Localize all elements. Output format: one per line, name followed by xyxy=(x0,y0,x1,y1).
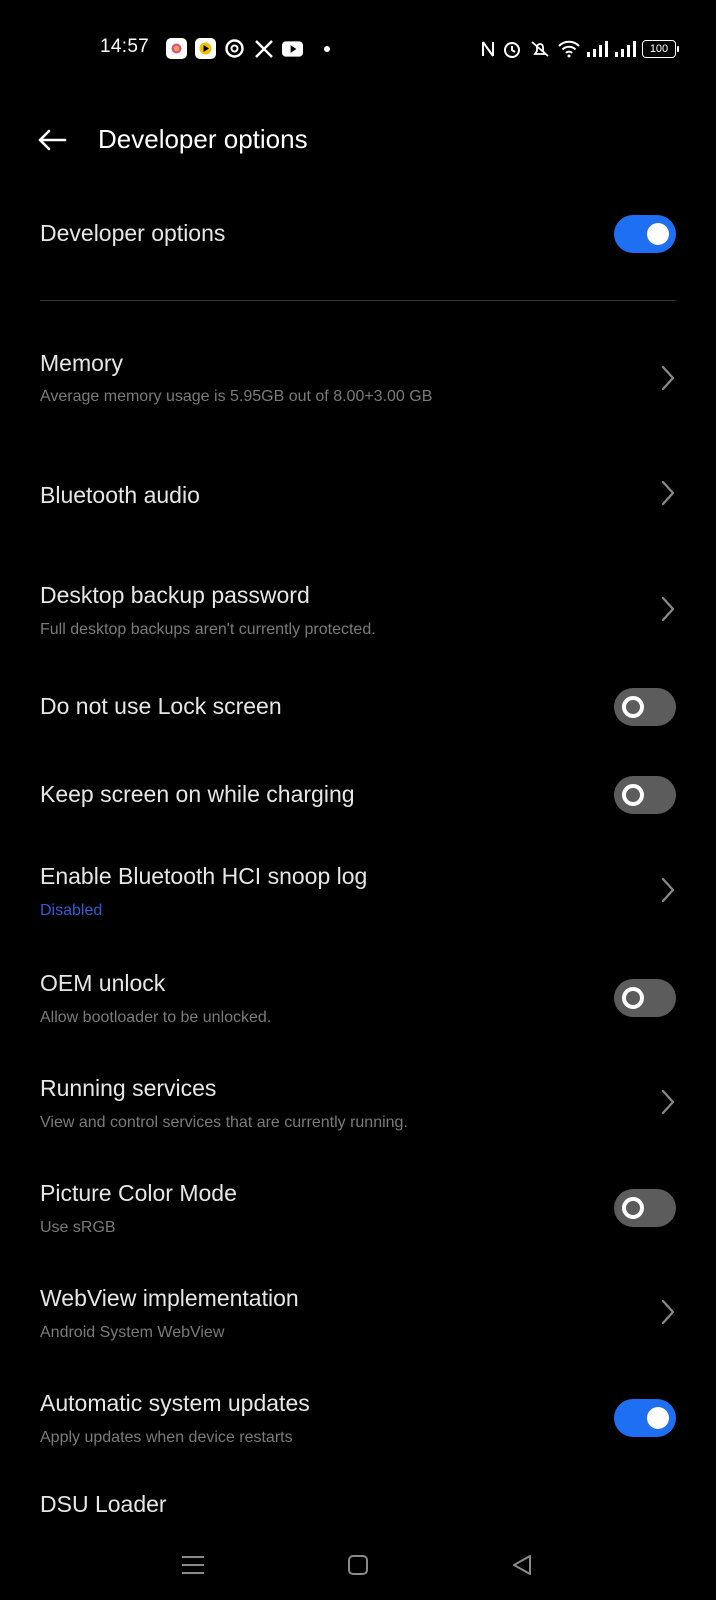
setting-keep-screen-on[interactable]: Keep screen on while charging xyxy=(0,768,716,828)
toggle-knob xyxy=(622,1197,644,1219)
setting-title: Desktop backup password xyxy=(40,582,310,608)
chevron-right-icon xyxy=(658,1297,678,1327)
screen: 14:57 100 Developer options Developer op… xyxy=(0,0,716,1600)
battery-icon: 100 xyxy=(642,40,679,58)
chevron-right-icon xyxy=(658,478,678,508)
setting-title: Running services xyxy=(40,1075,217,1101)
recents-button[interactable] xyxy=(168,1540,218,1590)
setting-title: Picture Color Mode xyxy=(40,1180,237,1206)
status-bar: 14:57 100 xyxy=(0,30,716,66)
setting-title: Do not use Lock screen xyxy=(40,693,282,719)
mute-icon xyxy=(528,38,552,60)
toggle-knob xyxy=(622,696,644,718)
back-button[interactable] xyxy=(30,118,74,162)
setting-desktop-backup-password[interactable]: Desktop backup password Full desktop bac… xyxy=(0,570,716,670)
system-icons: 100 xyxy=(480,38,679,60)
app-bar: Developer options xyxy=(0,110,716,170)
setting-do-not-use-lock-screen[interactable]: Do not use Lock screen xyxy=(0,680,716,740)
setting-subtitle: Disabled xyxy=(40,902,103,919)
chevron-right-icon xyxy=(658,594,678,624)
setting-oem-unlock[interactable]: OEM unlock Allow bootloader to be unlock… xyxy=(0,960,716,1040)
chevron-right-icon xyxy=(658,1087,678,1117)
home-square-icon xyxy=(348,1555,368,1575)
setting-title: WebView implementation xyxy=(40,1285,299,1311)
setting-webview-implementation[interactable]: WebView implementation Android System We… xyxy=(0,1275,716,1355)
setting-memory[interactable]: Memory Average memory usage is 5.95GB ou… xyxy=(0,340,716,440)
youtube-icon xyxy=(282,38,303,59)
keep-screen-on-toggle[interactable] xyxy=(614,776,676,814)
threads-icon xyxy=(224,38,245,59)
setting-title: Memory xyxy=(40,350,124,376)
setting-subtitle: Apply updates when device restarts xyxy=(40,1429,293,1446)
page-title: Developer options xyxy=(98,124,308,154)
setting-title: Keep screen on while charging xyxy=(40,781,355,807)
arrow-left-icon xyxy=(38,129,67,151)
toggle-knob xyxy=(622,784,644,806)
setting-subtitle: Average memory usage is 5.95GB out of 8.… xyxy=(40,388,433,405)
developer-options-toggle[interactable] xyxy=(614,215,676,253)
lock-screen-toggle[interactable] xyxy=(614,688,676,726)
setting-title: Enable Bluetooth HCI snoop log xyxy=(40,863,368,889)
setting-title: Automatic system updates xyxy=(40,1390,310,1416)
chevron-right-icon xyxy=(658,363,678,393)
picture-color-mode-toggle[interactable] xyxy=(614,1189,676,1227)
nfc-icon xyxy=(480,38,496,60)
setting-bluetooth-hci-snoop-log[interactable]: Enable Bluetooth HCI snoop log Disabled xyxy=(0,855,716,935)
setting-subtitle: Use sRGB xyxy=(40,1219,116,1236)
setting-subtitle: Android System WebView xyxy=(40,1324,225,1341)
setting-title: DSU Loader xyxy=(40,1491,167,1517)
setting-automatic-system-updates[interactable]: Automatic system updates Apply updates w… xyxy=(0,1380,716,1460)
setting-subtitle: Full desktop backups aren't currently pr… xyxy=(40,621,376,638)
podcast-icon xyxy=(195,38,216,59)
oem-unlock-toggle[interactable] xyxy=(614,979,676,1017)
navigation-bar xyxy=(0,1540,716,1590)
photos-icon xyxy=(166,38,187,59)
toggle-knob xyxy=(647,1407,669,1429)
more-notifications-dot xyxy=(324,46,330,52)
setting-picture-color-mode[interactable]: Picture Color Mode Use sRGB xyxy=(0,1170,716,1250)
toggle-knob xyxy=(647,223,669,245)
toggle-knob xyxy=(622,987,644,1009)
x-icon xyxy=(253,38,274,59)
developer-options-master-row[interactable]: Developer options xyxy=(0,200,716,270)
menu-icon xyxy=(182,1556,204,1574)
chevron-right-icon xyxy=(658,875,678,905)
setting-bluetooth-audio[interactable]: Bluetooth audio xyxy=(0,460,716,540)
setting-title: OEM unlock xyxy=(40,970,166,996)
divider xyxy=(40,300,676,301)
back-triangle-icon xyxy=(513,1555,531,1575)
back-nav-button[interactable] xyxy=(497,1540,547,1590)
alarm-icon xyxy=(502,38,522,60)
setting-subtitle: Allow bootloader to be unlocked. xyxy=(40,1009,272,1026)
notification-icons xyxy=(166,38,303,59)
setting-subtitle: View and control services that are curre… xyxy=(40,1114,408,1131)
master-toggle-label: Developer options xyxy=(40,220,226,246)
signal-icon xyxy=(586,38,608,60)
wifi-icon xyxy=(558,38,580,60)
setting-running-services[interactable]: Running services View and control servic… xyxy=(0,1065,716,1145)
status-time: 14:57 xyxy=(100,36,150,57)
signal-icon xyxy=(614,38,636,60)
setting-title: Bluetooth audio xyxy=(40,482,200,508)
automatic-updates-toggle[interactable] xyxy=(614,1399,676,1437)
home-button[interactable] xyxy=(333,1540,383,1590)
setting-dsu-loader[interactable]: DSU Loader xyxy=(0,1485,716,1525)
